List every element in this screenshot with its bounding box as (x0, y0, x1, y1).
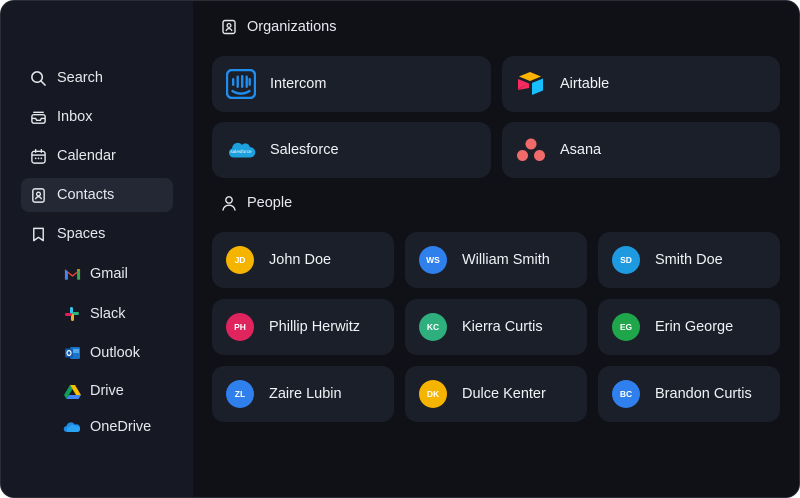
person-name: Zaire Lubin (269, 386, 342, 402)
person-card[interactable]: BC Brandon Curtis (598, 366, 780, 422)
org-card-asana[interactable]: Asana (502, 122, 780, 178)
person-name: William Smith (462, 252, 550, 268)
sidebar-item-search[interactable]: Search (21, 61, 173, 95)
avatar: JD (226, 246, 254, 274)
asana-logo (516, 135, 546, 165)
person-name: John Doe (269, 252, 332, 268)
space-item-onedrive[interactable]: OneDrive (63, 414, 151, 440)
sidebar-item-label: Inbox (57, 109, 93, 125)
person-card[interactable]: PH Phillip Herwitz (212, 299, 394, 355)
person-name: Erin George (655, 319, 734, 335)
org-card-intercom[interactable]: Intercom (212, 56, 491, 112)
sidebar-item-spaces[interactable]: Spaces (21, 217, 173, 251)
space-item-label: Gmail (90, 266, 128, 282)
avatar: WS (419, 246, 447, 274)
space-item-label: Outlook (90, 345, 140, 361)
people-title: People (247, 195, 293, 211)
calendar-icon (29, 147, 47, 165)
people-heading: People (221, 195, 292, 211)
space-item-gmail[interactable]: Gmail (63, 261, 128, 287)
search-icon (29, 69, 47, 87)
intercom-logo (226, 69, 256, 99)
contacts-main: Organizations Intercom Airtable salesfor… (193, 1, 799, 497)
sidebar-item-contacts[interactable]: Contacts (21, 178, 173, 212)
sidebar-item-label: Contacts (57, 187, 115, 203)
airtable-logo (516, 69, 546, 99)
avatar: SD (612, 246, 640, 274)
org-name: Salesforce (270, 142, 339, 158)
drive-icon (63, 382, 81, 400)
person-card[interactable]: DK Dulce Kenter (405, 366, 587, 422)
contacts-icon (29, 186, 47, 204)
person-card[interactable]: ZL Zaire Lubin (212, 366, 394, 422)
sidebar-item-calendar[interactable]: Calendar (21, 139, 173, 173)
org-name: Airtable (560, 76, 610, 92)
organizations-heading: Organizations (221, 19, 336, 35)
person-name: Phillip Herwitz (269, 319, 361, 335)
org-card-salesforce[interactable]: salesforce Salesforce (212, 122, 491, 178)
person-card[interactable]: KC Kierra Curtis (405, 299, 587, 355)
salesforce-logo: salesforce (226, 135, 256, 165)
space-item-label: OneDrive (90, 419, 152, 435)
slack-icon (63, 305, 81, 323)
bookmark-icon (29, 225, 47, 243)
space-item-slack[interactable]: Slack (63, 301, 125, 327)
gmail-icon (63, 265, 81, 283)
salesforce-logo-text: salesforce (230, 149, 252, 154)
contacts-book-icon (221, 19, 237, 35)
org-card-airtable[interactable]: Airtable (502, 56, 780, 112)
space-item-label: Drive (90, 383, 124, 399)
inbox-icon (29, 108, 47, 126)
person-name: Kierra Curtis (462, 319, 543, 335)
onedrive-icon (63, 418, 81, 436)
avatar: ZL (226, 380, 254, 408)
space-item-outlook[interactable]: Outlook (63, 340, 140, 366)
person-name: Dulce Kenter (462, 386, 546, 402)
sidebar-item-label: Calendar (57, 148, 116, 164)
person-card[interactable]: WS William Smith (405, 232, 587, 288)
avatar: DK (419, 380, 447, 408)
person-name: Smith Doe (655, 252, 723, 268)
sidebar-item-inbox[interactable]: Inbox (21, 100, 173, 134)
org-name: Asana (560, 142, 602, 158)
avatar: KC (419, 313, 447, 341)
person-card[interactable]: EG Erin George (598, 299, 780, 355)
person-card[interactable]: SD Smith Doe (598, 232, 780, 288)
avatar: EG (612, 313, 640, 341)
space-item-label: Slack (90, 306, 126, 322)
org-name: Intercom (270, 76, 327, 92)
app-window: Search Inbox Calendar Contacts Spaces Gm… (0, 0, 800, 498)
outlook-icon (63, 344, 81, 362)
person-icon (221, 195, 237, 211)
sidebar: Search Inbox Calendar Contacts Spaces Gm… (1, 1, 193, 497)
person-card[interactable]: JD John Doe (212, 232, 394, 288)
sidebar-item-label: Search (57, 70, 103, 86)
avatar: BC (612, 380, 640, 408)
avatar: PH (226, 313, 254, 341)
space-item-drive[interactable]: Drive (63, 378, 124, 404)
organizations-title: Organizations (247, 19, 337, 35)
sidebar-item-label: Spaces (57, 226, 106, 242)
person-name: Brandon Curtis (655, 386, 752, 402)
